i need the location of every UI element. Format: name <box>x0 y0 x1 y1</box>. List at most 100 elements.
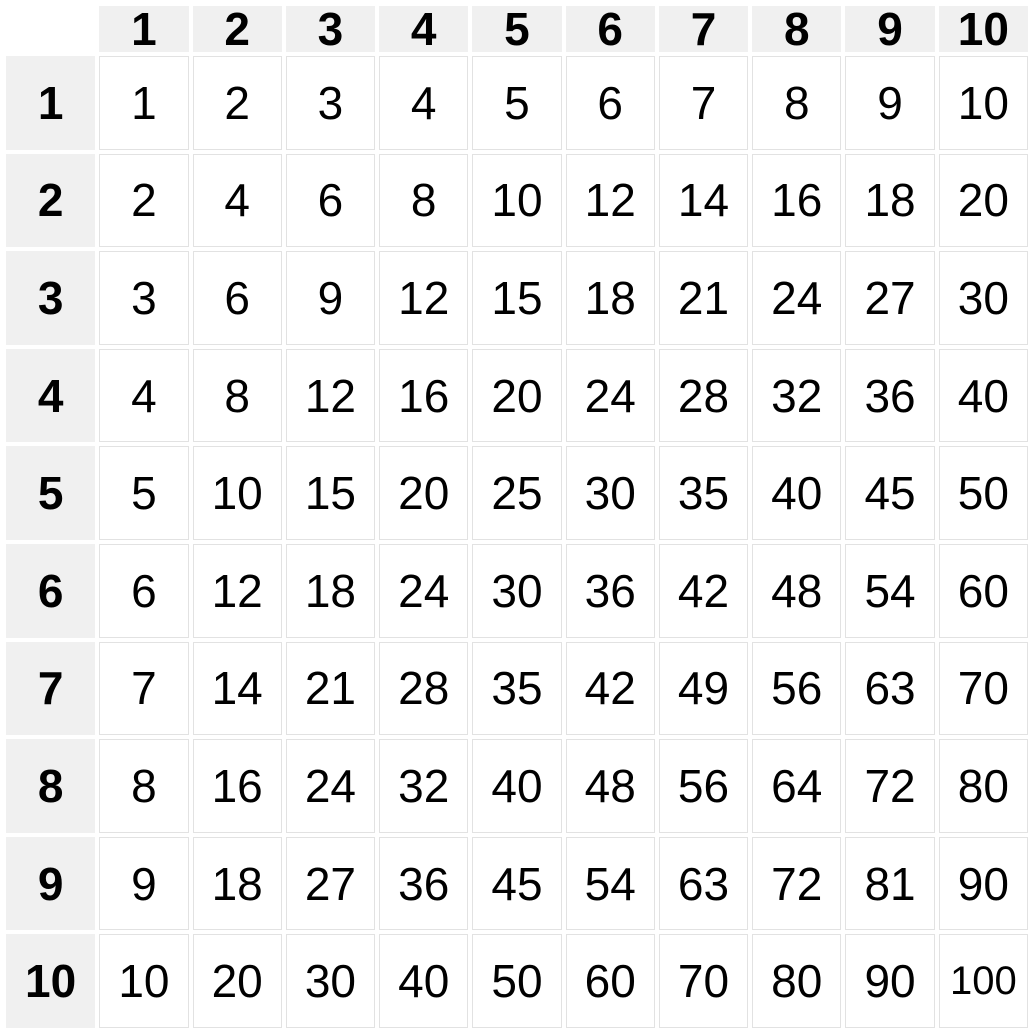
cell: 63 <box>845 642 934 736</box>
cell: 72 <box>752 837 841 931</box>
cell: 6 <box>99 544 188 638</box>
cell: 10 <box>193 446 282 540</box>
cell: 6 <box>193 251 282 345</box>
cell: 4 <box>379 56 468 150</box>
cell: 32 <box>379 739 468 833</box>
cell: 20 <box>379 446 468 540</box>
cell: 80 <box>939 739 1028 833</box>
cell: 14 <box>659 154 748 248</box>
row-header: 9 <box>6 837 95 931</box>
cell: 3 <box>286 56 375 150</box>
col-header: 9 <box>845 6 934 52</box>
cell: 21 <box>659 251 748 345</box>
cell: 35 <box>659 446 748 540</box>
cell: 90 <box>845 934 934 1028</box>
table-row: 5 5 10 15 20 25 30 35 40 45 50 <box>6 446 1028 540</box>
row-header: 3 <box>6 251 95 345</box>
cell: 28 <box>379 642 468 736</box>
cell: 63 <box>659 837 748 931</box>
cell: 30 <box>472 544 561 638</box>
multiplication-table: 1 2 3 4 5 6 7 8 9 10 1 1 2 3 4 5 6 7 8 9… <box>2 2 1032 1032</box>
cell: 8 <box>193 349 282 443</box>
cell: 72 <box>845 739 934 833</box>
cell: 16 <box>379 349 468 443</box>
cell: 42 <box>566 642 655 736</box>
col-header: 7 <box>659 6 748 52</box>
cell: 18 <box>286 544 375 638</box>
cell: 90 <box>939 837 1028 931</box>
cell: 3 <box>99 251 188 345</box>
cell: 50 <box>939 446 1028 540</box>
col-header: 5 <box>472 6 561 52</box>
table-row: 8 8 16 24 32 40 48 56 64 72 80 <box>6 739 1028 833</box>
cell: 28 <box>659 349 748 443</box>
cell: 18 <box>566 251 655 345</box>
table-row: 6 6 12 18 24 30 36 42 48 54 60 <box>6 544 1028 638</box>
col-header: 8 <box>752 6 841 52</box>
table-row: 4 4 8 12 16 20 24 28 32 36 40 <box>6 349 1028 443</box>
cell: 32 <box>752 349 841 443</box>
cell: 24 <box>752 251 841 345</box>
col-header: 10 <box>939 6 1028 52</box>
cell: 54 <box>845 544 934 638</box>
cell: 15 <box>472 251 561 345</box>
row-header: 6 <box>6 544 95 638</box>
cell: 40 <box>752 446 841 540</box>
cell: 1 <box>99 56 188 150</box>
cell: 16 <box>193 739 282 833</box>
cell: 12 <box>379 251 468 345</box>
corner-cell <box>6 6 95 52</box>
cell: 27 <box>845 251 934 345</box>
col-header: 1 <box>99 6 188 52</box>
cell: 64 <box>752 739 841 833</box>
multiplication-table-container: 1 2 3 4 5 6 7 8 9 10 1 1 2 3 4 5 6 7 8 9… <box>0 0 1034 1034</box>
row-header: 5 <box>6 446 95 540</box>
cell: 35 <box>472 642 561 736</box>
cell: 20 <box>193 934 282 1028</box>
cell: 36 <box>379 837 468 931</box>
cell: 49 <box>659 642 748 736</box>
col-header: 6 <box>566 6 655 52</box>
cell: 20 <box>939 154 1028 248</box>
cell: 9 <box>286 251 375 345</box>
cell: 12 <box>286 349 375 443</box>
cell: 21 <box>286 642 375 736</box>
cell: 45 <box>845 446 934 540</box>
cell: 9 <box>99 837 188 931</box>
col-header: 4 <box>379 6 468 52</box>
cell: 54 <box>566 837 655 931</box>
cell: 40 <box>939 349 1028 443</box>
cell: 80 <box>752 934 841 1028</box>
cell: 8 <box>752 56 841 150</box>
cell: 6 <box>286 154 375 248</box>
cell: 9 <box>845 56 934 150</box>
cell: 2 <box>193 56 282 150</box>
cell: 5 <box>99 446 188 540</box>
cell: 56 <box>752 642 841 736</box>
cell: 4 <box>99 349 188 443</box>
row-header: 8 <box>6 739 95 833</box>
col-header: 2 <box>193 6 282 52</box>
cell: 48 <box>566 739 655 833</box>
cell: 56 <box>659 739 748 833</box>
cell: 24 <box>566 349 655 443</box>
cell: 24 <box>286 739 375 833</box>
cell: 20 <box>472 349 561 443</box>
cell: 25 <box>472 446 561 540</box>
cell: 4 <box>193 154 282 248</box>
cell: 8 <box>379 154 468 248</box>
cell: 70 <box>659 934 748 1028</box>
cell: 30 <box>286 934 375 1028</box>
cell: 10 <box>939 56 1028 150</box>
cell: 24 <box>379 544 468 638</box>
cell: 60 <box>939 544 1028 638</box>
table-row: 3 3 6 9 12 15 18 21 24 27 30 <box>6 251 1028 345</box>
cell: 5 <box>472 56 561 150</box>
cell: 16 <box>752 154 841 248</box>
cell: 60 <box>566 934 655 1028</box>
cell: 18 <box>193 837 282 931</box>
row-header: 4 <box>6 349 95 443</box>
cell: 36 <box>845 349 934 443</box>
cell: 81 <box>845 837 934 931</box>
cell: 6 <box>566 56 655 150</box>
